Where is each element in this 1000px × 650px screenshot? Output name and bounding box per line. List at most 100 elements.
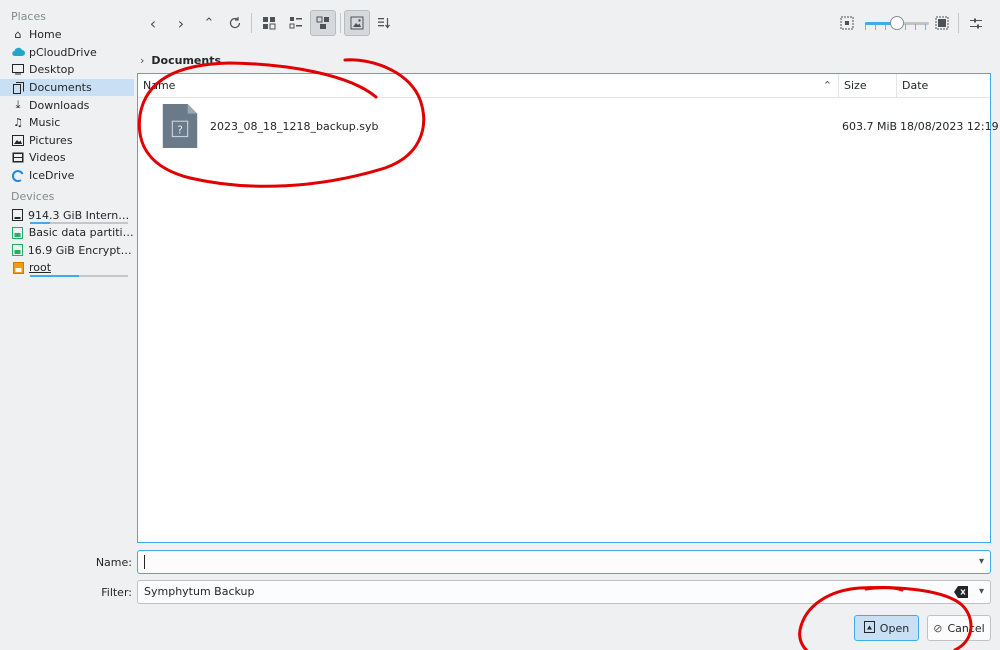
sidebar-item-documents[interactable]: Documents (0, 78, 134, 97)
compact-view-button[interactable] (283, 10, 309, 36)
image-preview-icon (350, 16, 364, 30)
breadcrumb-item-documents[interactable]: Documents (151, 54, 221, 67)
reload-icon (229, 17, 241, 29)
clear-text-icon[interactable] (954, 586, 968, 598)
drive-icon (11, 209, 24, 222)
sidebar-item-label: 914.3 GiB Internal ... (28, 208, 134, 222)
sidebar-item-root[interactable]: root (0, 259, 134, 277)
devices-header: Devices (11, 190, 55, 204)
column-header-size[interactable]: Size (838, 74, 896, 98)
compact-view-icon (289, 17, 302, 29)
sidebar-item-label: Downloads (29, 98, 90, 112)
cancel-button[interactable]: ⊘ Cancel (927, 615, 991, 641)
file-list-header: Name ⌃ Size Date (138, 74, 990, 98)
sidebar-item-label: root (29, 261, 52, 275)
file-name: 2023_08_18_1218_backup.syb (210, 120, 379, 133)
chevron-down-icon[interactable]: ▾ (979, 551, 984, 573)
desktop-icon (11, 64, 25, 75)
chevron-right-icon[interactable]: › (140, 54, 144, 67)
file-list[interactable]: Name ⌃ Size Date ? 2023_08_18_1218_backu… (137, 73, 999, 543)
sidebar-item-music[interactable]: ♫ Music (0, 114, 134, 132)
toolbar-separator (340, 13, 341, 33)
column-header-size-label: Size (844, 79, 867, 92)
chevron-right-icon: › (177, 13, 185, 33)
filter-label: Filter: (101, 586, 132, 599)
sidebar-item-label: Basic data partition (28, 226, 134, 240)
cloud-icon (11, 47, 25, 57)
sidebar-item-label: Desktop (29, 63, 75, 77)
icons-view-icon (263, 17, 276, 30)
reload-button[interactable] (222, 10, 248, 36)
sidebar-item-label: pCloudDrive (29, 45, 97, 59)
svg-text:?: ? (177, 125, 183, 137)
zoom-out-button[interactable] (834, 10, 860, 36)
column-header-date-label: Date (902, 79, 929, 92)
music-icon: ♫ (13, 116, 23, 130)
icons-view-button[interactable] (256, 10, 282, 36)
sidebar-item-desktop[interactable]: Desktop (0, 61, 134, 79)
sidebar-item-label: IceDrive (29, 169, 75, 183)
sidebar-item-basic-data-partition[interactable]: Basic data partition (0, 224, 134, 242)
sidebar-item-encrypted-drive[interactable]: 16.9 GiB Encrypted... (0, 242, 134, 260)
preview-toggle-button[interactable] (344, 10, 370, 36)
partition-icon (11, 226, 25, 239)
open-button-label: Open (879, 621, 910, 635)
open-button[interactable]: Open (854, 615, 919, 641)
sidebar-item-label: Home (29, 28, 62, 42)
text-cursor (144, 555, 145, 569)
zoom-in-button[interactable] (929, 10, 955, 36)
name-input[interactable]: ▾ (137, 550, 991, 574)
parent-folder-button[interactable]: ⌃ (196, 10, 222, 36)
sidebar-item-label: Documents (29, 81, 92, 95)
downloads-icon: ⤓ (15, 98, 21, 112)
sort-button[interactable] (371, 10, 397, 36)
root-drive-icon (11, 261, 25, 274)
filter-combobox[interactable]: Symphytum Backup ▾ (137, 580, 991, 604)
sort-ascending-icon: ⌃ (822, 79, 832, 92)
icedrive-icon (11, 169, 25, 182)
places-header: Places (11, 10, 46, 23)
forward-button[interactable]: › (168, 10, 194, 36)
sidebar-item-label: Music (29, 116, 61, 130)
zoom-slider[interactable] (865, 16, 929, 30)
file-date: 18/08/2023 12:19 (900, 120, 999, 133)
pictures-icon (11, 134, 25, 146)
chevron-up-icon: ⌃ (203, 15, 215, 31)
encrypted-drive-icon (11, 244, 24, 257)
sort-icon (378, 18, 390, 29)
file-row[interactable]: ? 2023_08_18_1218_backup.syb 603.7 MiB 1… (138, 98, 999, 154)
sidebar-item-label: 16.9 GiB Encrypted... (27, 243, 134, 257)
cancel-icon: ⊘ (933, 621, 943, 635)
column-header-date[interactable]: Date (896, 74, 990, 98)
details-view-icon (316, 16, 329, 29)
file-size: 603.7 MiB (842, 120, 898, 133)
sidebar-item-home[interactable]: ⌂ Home (0, 26, 134, 44)
home-icon: ⌂ (14, 28, 22, 42)
sidebar-item-label: Videos (29, 151, 66, 165)
details-view-button[interactable] (310, 10, 336, 36)
zoom-in-icon (935, 16, 949, 30)
unknown-file-icon: ? (162, 104, 198, 148)
toolbar-separator (251, 13, 252, 33)
column-header-name-label: Name (143, 79, 176, 92)
sidebar-item-icedrive[interactable]: IceDrive (0, 167, 134, 185)
toolbar: ‹ › ⌃ (138, 10, 1000, 40)
back-button[interactable]: ‹ (140, 10, 166, 36)
cancel-button-label: Cancel (947, 621, 985, 635)
sidebar-item-pclouddrive[interactable]: pCloudDrive (0, 44, 134, 62)
options-button[interactable] (963, 10, 989, 36)
drive-usage-bar (30, 274, 128, 277)
sidebar-item-internal-drive[interactable]: 914.3 GiB Internal ... (0, 206, 134, 224)
zoom-slider-handle[interactable] (890, 16, 904, 30)
sidebar-item-label: Pictures (29, 133, 73, 147)
places-panel: Places ⌂ Home pCloudDrive Desktop Docume… (0, 8, 134, 277)
chevron-down-icon[interactable]: ▾ (979, 581, 984, 603)
documents-icon (11, 81, 25, 94)
sliders-icon (970, 18, 982, 29)
document-open-icon (863, 620, 875, 636)
sidebar-item-pictures[interactable]: Pictures (0, 132, 134, 150)
name-label: Name: (95, 556, 132, 569)
sidebar-item-downloads[interactable]: ⤓ Downloads (0, 96, 134, 114)
sidebar-item-videos[interactable]: Videos (0, 149, 134, 167)
column-header-name[interactable]: Name ⌃ (138, 74, 838, 98)
